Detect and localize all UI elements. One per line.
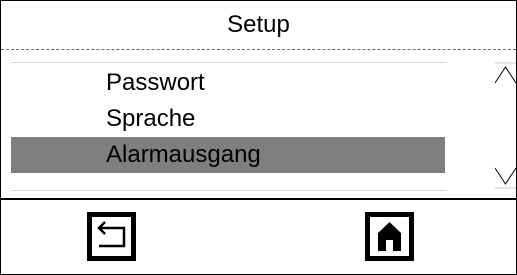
scroll-down-button[interactable] xyxy=(495,167,516,189)
triangle-down-icon xyxy=(495,167,516,189)
return-arrow-icon xyxy=(87,212,136,261)
setup-screen: Setup Passwort Sprache Alarmausgang xyxy=(0,0,517,275)
setup-menu-list: Passwort Sprache Alarmausgang xyxy=(11,62,447,191)
footer-divider xyxy=(1,198,516,200)
back-button[interactable] xyxy=(87,212,136,261)
header-divider xyxy=(1,49,516,50)
menu-item-sprache[interactable]: Sprache xyxy=(11,101,445,137)
triangle-up-icon xyxy=(495,62,516,84)
menu-item-passwort[interactable]: Passwort xyxy=(11,65,445,101)
page-title: Setup xyxy=(227,11,290,38)
home-button[interactable] xyxy=(365,212,414,261)
home-icon xyxy=(365,212,414,261)
scroll-up-button[interactable] xyxy=(495,62,516,84)
menu-item-alarmausgang[interactable]: Alarmausgang xyxy=(11,137,445,173)
